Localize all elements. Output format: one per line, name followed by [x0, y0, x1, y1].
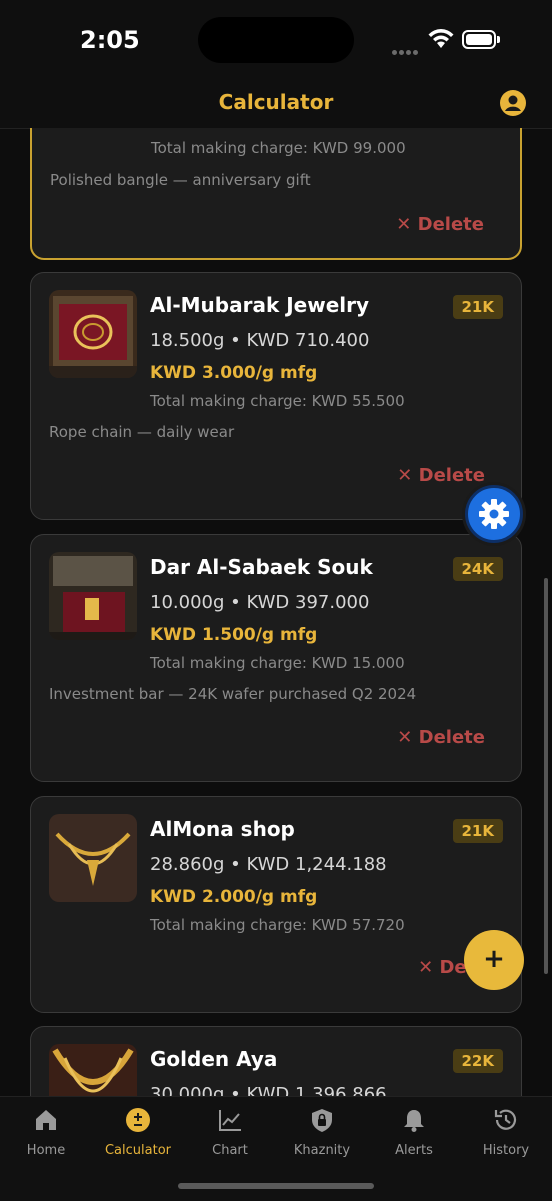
making-rate: KWD 1.500/g mfg — [150, 625, 318, 645]
delete-button[interactable]: ✕ Delete — [397, 727, 485, 748]
calculation-card[interactable]: Total making charge: KWD 99.000 Polished… — [30, 128, 522, 260]
status-bar: 2:05 — [0, 0, 552, 80]
jewelry-photo — [49, 1044, 137, 1096]
tab-label: Calculator — [104, 1143, 171, 1158]
profile-icon[interactable] — [500, 90, 526, 116]
making-rate: KWD 3.000/g mfg — [150, 363, 318, 383]
tab-label: Home — [26, 1143, 66, 1158]
total-making-charge: Total making charge: KWD 15.000 — [150, 654, 405, 672]
signal-icon — [392, 40, 420, 59]
bell-icon — [404, 1110, 424, 1132]
history-icon — [494, 1109, 517, 1130]
calculation-card[interactable]: Al-Mubarak Jewelry 21K 18.500g • KWD 710… — [30, 272, 522, 520]
close-icon: ✕ — [396, 214, 412, 235]
calculation-card[interactable]: Dar Al-Sabaek Souk 24K 10.000g • KWD 397… — [30, 534, 522, 782]
dynamic-island — [198, 17, 354, 63]
delete-button[interactable]: ✕ Delete — [397, 465, 485, 486]
battery-tip — [497, 36, 500, 43]
total-making-charge: Total making charge: KWD 55.500 — [150, 392, 405, 410]
wifi-icon — [428, 29, 454, 48]
vault-icon — [312, 1109, 332, 1132]
karat-badge: 22K — [452, 1049, 503, 1073]
tab-chart[interactable]: Chart — [184, 1107, 276, 1158]
shop-name: AlMona shop — [150, 817, 295, 841]
delete-label: Delete — [418, 465, 485, 486]
card-note: Rope chain — daily wear — [49, 423, 235, 441]
gear-icon — [479, 499, 509, 529]
top-app-bar: Calculator — [0, 80, 552, 129]
tab-alerts[interactable]: Alerts — [368, 1107, 460, 1158]
delete-button[interactable]: ✕ Delete — [396, 214, 484, 235]
weight-price: 28.860g • KWD 1,244.188 — [150, 854, 387, 875]
scrollbar[interactable] — [544, 578, 548, 974]
status-time: 2:05 — [80, 26, 140, 54]
tab-calculator[interactable]: Calculator — [92, 1107, 184, 1158]
delete-label: Delete — [417, 214, 484, 235]
settings-button[interactable] — [465, 485, 523, 543]
weight-price: 10.000g • KWD 397.000 — [150, 592, 370, 613]
card-note: Polished bangle — anniversary gift — [50, 171, 311, 189]
tab-label: History — [482, 1143, 530, 1158]
tab-label: Chart — [212, 1143, 248, 1158]
calculation-card[interactable]: AlMona shop 21K 28.860g • KWD 1,244.188 … — [30, 796, 522, 1013]
tab-home[interactable]: Home — [0, 1107, 92, 1158]
close-icon: ✕ — [418, 957, 434, 978]
tab-label: Khaznity — [293, 1143, 351, 1158]
card-note: Investment bar — 24K wafer purchased Q2 … — [49, 685, 417, 703]
calculator-icon — [126, 1108, 150, 1132]
making-rate: KWD 2.000/g mfg — [150, 887, 318, 907]
tab-khaznity[interactable]: Khaznity — [276, 1107, 368, 1158]
jewelry-photo — [49, 814, 137, 902]
add-calculation-button[interactable]: + — [464, 930, 524, 990]
weight-price: 18.500g • KWD 710.400 — [150, 330, 370, 351]
tab-history[interactable]: History — [460, 1107, 552, 1158]
calculation-card[interactable]: Golden Aya 22K 30.000g • KWD 1,396.866 — [30, 1026, 522, 1096]
home-indicator[interactable] — [178, 1183, 374, 1189]
home-icon — [36, 1110, 56, 1130]
chart-icon — [219, 1110, 241, 1131]
shop-name: Al-Mubarak Jewelry — [150, 293, 370, 317]
close-icon: ✕ — [397, 465, 413, 486]
shop-name: Golden Aya — [150, 1047, 278, 1071]
page-title: Calculator — [218, 90, 334, 114]
total-making-charge: Total making charge: KWD 57.720 — [150, 916, 405, 934]
total-making-charge: Total making charge: KWD 99.000 — [151, 139, 406, 157]
jewelry-photo — [49, 290, 137, 378]
battery-icon — [462, 30, 496, 49]
plus-icon: + — [483, 944, 505, 974]
jewelry-photo — [49, 552, 137, 640]
karat-badge: 21K — [452, 819, 503, 843]
tab-label: Alerts — [395, 1143, 433, 1158]
delete-label: Delete — [418, 727, 485, 748]
shop-name: Dar Al-Sabaek Souk — [150, 555, 373, 579]
close-icon: ✕ — [397, 727, 413, 748]
karat-badge: 21K — [452, 295, 503, 319]
weight-price: 30.000g • KWD 1,396.866 — [150, 1084, 387, 1096]
karat-badge: 24K — [452, 557, 503, 581]
